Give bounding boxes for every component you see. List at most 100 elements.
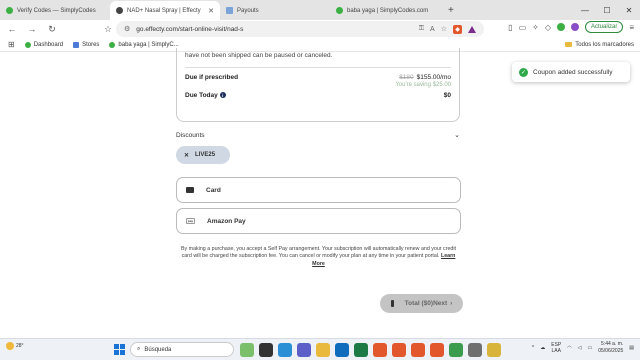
settings-app-icon[interactable] [468,343,482,357]
discounts-label: Discounts [176,131,205,139]
battery-icon[interactable]: ▭ [588,345,593,351]
extension-green-icon[interactable] [556,23,565,31]
clock-date: 05/06/2025 [598,347,624,354]
legal-text: By making a purchase, you accept a Self … [176,246,461,268]
search-icon: ⌕ [137,346,141,352]
tab-payouts[interactable]: Payouts [220,1,330,20]
task-view-icon[interactable] [259,343,273,357]
wallet-icon[interactable]: ▭ [519,23,527,32]
tab-strip: Verify Codes — SimplyCodes NAD+ Nasal Sp… [0,0,640,20]
rewards-icon[interactable]: ◇ [545,23,551,32]
simplycodes-favicon-icon [109,41,116,48]
info-icon[interactable]: i [219,92,226,99]
close-window-icon[interactable]: ✕ [618,0,640,20]
back-icon[interactable]: ← [6,24,18,34]
brave-app-icon[interactable] [430,343,444,357]
brave-app-icon[interactable] [373,343,387,357]
due-today-row: Due Today i $0 [185,92,451,99]
cloud-icon[interactable]: ☁ [540,345,545,351]
clock[interactable]: 5:44 a. m. 05/06/2025 [598,341,623,354]
coupon-chip[interactable]: ✕ LIVE25 [176,146,230,164]
notes-app-icon[interactable] [487,343,501,357]
price-block: $180 $155.00/mo You're saving $25.00 [395,74,451,88]
simplycodes-favicon-icon [336,7,343,14]
weather-widget[interactable]: 28° [6,342,24,350]
extensions-icon[interactable]: ✧ [532,23,539,32]
volume-icon[interactable]: ◁ [578,345,582,351]
clock-time: 5:44 a. m. [601,341,624,347]
pay-card-button[interactable]: Card [176,177,461,203]
chrome-app-icon[interactable] [449,343,463,357]
tab-effecty[interactable]: NAD+ Nasal Spray | Effecty ✕ [110,1,220,20]
outlook-app-icon[interactable] [335,343,349,357]
bookmark-icon[interactable]: ☆ [441,25,447,33]
window-controls: — ☐ ✕ [574,0,640,20]
bookmark-stores[interactable]: Stores [73,41,99,48]
maximize-icon[interactable]: ☐ [596,0,618,20]
site-info-icon[interactable]: ⚙ [124,25,130,33]
bookmark-dashboard[interactable]: Dashboard [24,41,63,48]
language-indicator[interactable]: ESP LAA [551,342,561,354]
url-text[interactable]: go.effecty.com/start-online-visit/nad-s [136,26,243,33]
taskbar-apps [240,343,501,357]
widgets-app-icon[interactable] [240,343,254,357]
check-circle-icon: ✓ [519,67,528,77]
explorer-app-icon[interactable] [316,343,330,357]
wifi-icon[interactable]: ◠ [567,345,571,351]
due-today-value: $0 [443,92,451,99]
notification-icon[interactable]: ▤ [629,345,634,351]
remove-coupon-icon[interactable]: ✕ [184,152,189,159]
toolbar-right: ▯ ▭ ✧ ◇ Actualizar ≡ [508,21,634,33]
excel-app-icon[interactable] [354,343,368,357]
order-summary-card: have not been shipped can be paused or c… [176,48,460,122]
address-bar[interactable]: ⚙ go.effecty.com/start-online-visit/nad-… [116,21,484,37]
brave-app-icon[interactable] [392,343,406,357]
forward-icon[interactable]: → [26,24,38,34]
divider [185,67,451,68]
brave-app-icon[interactable] [411,343,425,357]
teams-app-icon[interactable] [297,343,311,357]
windows-start-icon[interactable] [114,344,125,355]
edge-app-icon[interactable] [278,343,292,357]
close-tab-icon[interactable]: ✕ [208,7,214,15]
old-price: $180 [399,74,414,81]
menu-icon[interactable]: ≡ [629,23,634,32]
stores-favicon-icon [73,41,80,48]
lang-bottom: LAA [551,347,561,354]
taskbar-search[interactable]: ⌕ Búsqueda [130,342,234,357]
simplycodes-favicon-icon [6,7,13,14]
shipping-note: have not been shipped can be paused or c… [185,52,333,59]
legal-body: By making a purchase, you accept a Self … [181,246,456,260]
apps-grid-icon[interactable]: ⊞ [8,40,15,49]
amazon-pay-button[interactable]: pay Amazon Pay [176,208,461,234]
folder-icon [565,42,573,47]
due-if-prescribed-label: Due if prescribed [185,74,239,81]
tab-title: Payouts [237,7,259,14]
discounts-header[interactable]: Discounts ⌄ [176,130,460,140]
next-button[interactable]: Total ($0)Next › [380,294,463,313]
bookmark-star-icon[interactable]: ☆ [102,24,114,35]
tab-baba-yaga[interactable]: baba yaga | SimplyCodes.com [330,1,440,20]
translate-icon[interactable]: A [430,26,435,33]
all-bookmarks[interactable]: Todos los marcadores [565,42,634,48]
system-tray: ^ ☁ ESP LAA ◠ ◁ ▭ 5:44 a. m. 05/06/2025 … [532,341,634,354]
reload-icon[interactable]: ↻ [46,24,58,35]
bookmark-baba-yaga[interactable]: baba yaga | SimplyC... [109,41,179,48]
chevron-down-icon[interactable]: ⌄ [454,131,460,139]
new-tab-button[interactable]: + [440,1,462,20]
checkout-page: have not been shipped can be paused or c… [0,48,640,330]
tab-title: NAD+ Nasal Spray | Effecty [127,7,201,14]
key-icon[interactable]: ⚿ [419,25,424,33]
update-button[interactable]: Actualizar [584,21,624,33]
chevron-up-icon[interactable]: ^ [532,345,534,351]
warning-icon[interactable] [468,25,476,33]
sidebar-icon[interactable]: ▯ [508,23,512,32]
saving-text: You're saving $25.00 [395,82,451,88]
due-today-label: Due Today [185,92,218,99]
amazon-pay-label: Amazon Pay [207,217,246,225]
bookmark-label: baba yaga | SimplyC... [118,41,179,48]
extension-purple-icon[interactable] [570,23,579,31]
tab-verify-codes[interactable]: Verify Codes — SimplyCodes [0,1,110,20]
brave-shield-icon[interactable]: ◆ [453,24,462,34]
minimize-icon[interactable]: — [574,0,596,20]
